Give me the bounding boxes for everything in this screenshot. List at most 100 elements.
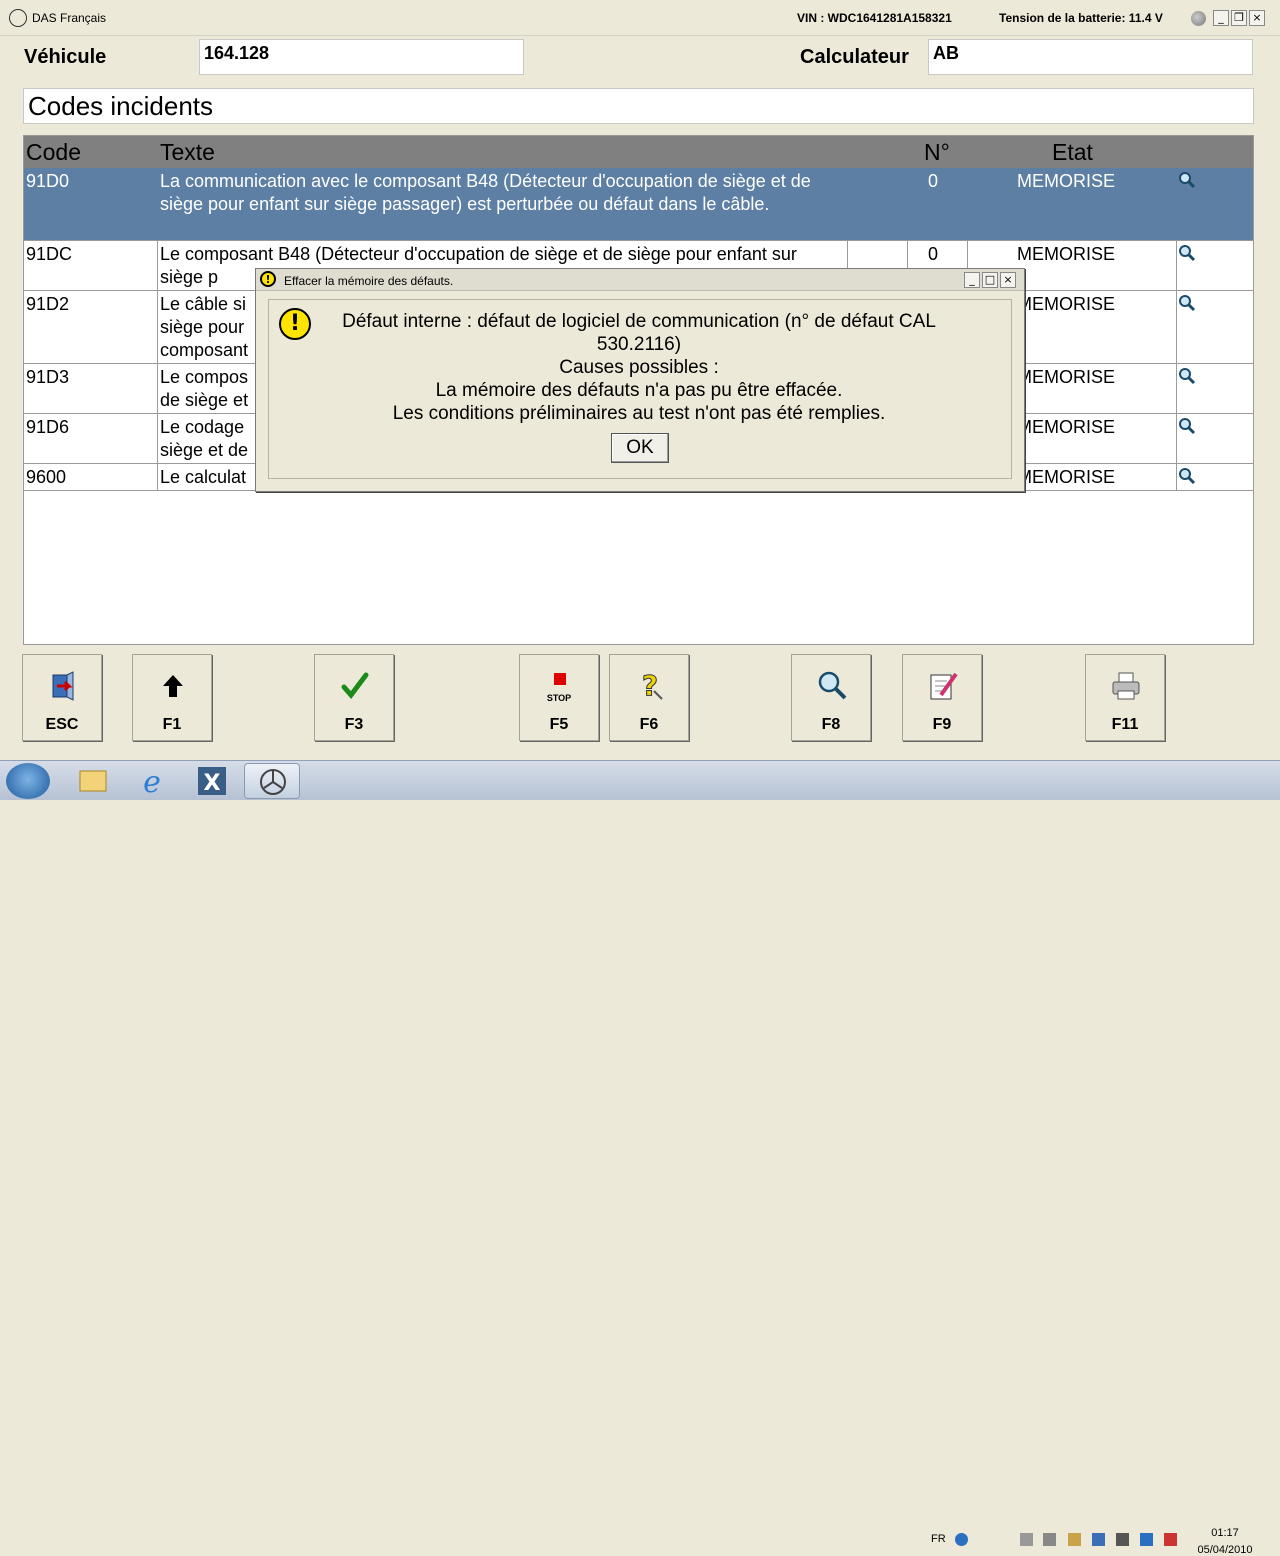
sync-icon[interactable]: [1092, 1533, 1105, 1546]
message-line: Les conditions préliminaires au test n'o…: [392, 403, 886, 424]
dialog-title: Effacer la mémoire des défauts.: [284, 274, 454, 288]
magnifier-icon[interactable]: [1178, 367, 1196, 385]
fkey-label: F6: [639, 716, 659, 733]
column-header-number: N°: [924, 139, 950, 165]
fault-text: Le compos de siège et: [160, 367, 249, 410]
fault-state: MEMORISE: [1017, 367, 1116, 387]
title-bar: DAS Français VIN : WDC1641281A158321 Ten…: [0, 0, 1280, 36]
help-tray-icon[interactable]: [955, 1533, 968, 1546]
clock-time[interactable]: 01:17: [1200, 1527, 1250, 1539]
fkey-label: F3: [344, 716, 364, 733]
das-app-icon[interactable]: [244, 763, 300, 799]
network-icon[interactable]: [1068, 1533, 1081, 1546]
vehicle-field: 164.128: [199, 39, 524, 75]
fault-state: MEMORISE: [1017, 294, 1116, 314]
ok-button[interactable]: OK: [611, 433, 669, 463]
language-indicator[interactable]: FR: [931, 1533, 946, 1545]
f9-button[interactable]: F9: [902, 654, 982, 741]
fault-text: Le câble si siège pour composant: [160, 294, 249, 360]
file-explorer-icon[interactable]: [64, 763, 120, 799]
warning-icon: !: [260, 271, 276, 287]
error-dialog: ! Effacer la mémoire des défauts. _ □ × …: [255, 268, 1025, 492]
fault-text: La communication avec le composant B48 (…: [160, 171, 811, 214]
magnifier-icon[interactable]: [1178, 244, 1196, 262]
magnifier-icon: [818, 671, 847, 700]
mercedes-logo-icon: [9, 9, 27, 27]
battery-voltage: Tension de la batterie: 11.4 V: [999, 11, 1163, 25]
message-line: 530.2116): [596, 334, 682, 355]
close-button[interactable]: ×: [1249, 10, 1265, 26]
vehicle-label: Véhicule: [24, 46, 107, 68]
checkmark-icon: [341, 672, 369, 699]
fkey-label: F8: [821, 716, 841, 733]
printer-icon: [1112, 672, 1140, 700]
status-tray-icon[interactable]: [1140, 1533, 1153, 1546]
fault-state: MEMORISE: [1017, 244, 1116, 264]
fault-number: 0: [928, 244, 939, 264]
column-header-state: Etat: [1052, 139, 1093, 165]
vin-text: VIN : WDC1641281A158321: [797, 11, 952, 25]
dialog-title-bar: ! Effacer la mémoire des défauts. _ □ ×: [256, 269, 1024, 291]
magnifier-icon[interactable]: [1178, 171, 1196, 189]
clock-date[interactable]: 05/04/2010: [1192, 1544, 1258, 1556]
fault-code: 91DC: [26, 244, 73, 264]
f11-button[interactable]: F11: [1085, 654, 1165, 741]
magnifier-icon[interactable]: [1178, 467, 1196, 485]
edit-document-icon: [930, 672, 958, 700]
message-line: La mémoire des défauts n'a pas pu être e…: [435, 380, 843, 401]
warning-icon: !: [279, 308, 311, 340]
message-line: Causes possibles :: [559, 357, 719, 378]
internet-explorer-icon[interactable]: e: [124, 763, 180, 800]
xentry-app-icon[interactable]: X: [184, 763, 240, 799]
fkey-label: F11: [1111, 716, 1139, 733]
lock-icon[interactable]: [1116, 1533, 1129, 1546]
fault-code: 91D2: [26, 294, 70, 314]
fault-number: 0: [928, 171, 939, 191]
f5-button[interactable]: STOP F5: [519, 654, 599, 741]
f6-button[interactable]: ? F6: [609, 654, 689, 741]
fkey-label: F1: [162, 716, 182, 733]
dialog-minimize-button[interactable]: _: [964, 272, 980, 288]
fault-code: 9600: [26, 467, 67, 487]
esc-button[interactable]: ESC: [22, 654, 102, 741]
fault-text: Le codage siège et de: [160, 417, 249, 460]
table-header: Code Texte N° Etat: [24, 136, 1253, 168]
svg-text:e: e: [143, 765, 161, 799]
dialog-maximize-button[interactable]: □: [982, 272, 998, 288]
svg-text:X: X: [204, 771, 221, 796]
page-title: Codes incidents: [23, 88, 1254, 124]
dialog-close-button[interactable]: ×: [1000, 272, 1016, 288]
fkey-label: ESC: [45, 716, 79, 733]
ecu-field: AB: [928, 39, 1253, 75]
taskbar: e X FR 01:17 05/04/2010: [0, 760, 1280, 1556]
column-header-code: Code: [26, 139, 81, 165]
restore-button[interactable]: ❐: [1231, 10, 1247, 26]
f1-button[interactable]: F1: [132, 654, 212, 741]
f3-button[interactable]: F3: [314, 654, 394, 741]
f8-button[interactable]: F8: [791, 654, 871, 741]
fault-text: Le calculat: [160, 467, 247, 487]
fkey-label: F9: [932, 716, 952, 733]
fault-state: MEMORISE: [1017, 467, 1116, 487]
message-line: Défaut interne : défaut de logiciel de c…: [342, 311, 936, 332]
fault-code: 91D6: [26, 417, 70, 437]
minimize-button[interactable]: _: [1213, 10, 1229, 26]
help-icon: ?: [641, 669, 663, 703]
stop-icon-text: STOP: [546, 693, 572, 703]
fault-state: MEMORISE: [1017, 417, 1116, 437]
ecu-label: Calculateur: [800, 46, 909, 68]
battery-status-icon: [1191, 11, 1206, 26]
volume-icon[interactable]: [1043, 1533, 1056, 1546]
magnifier-icon[interactable]: [1178, 294, 1196, 312]
battery-tray-icon[interactable]: [1020, 1533, 1033, 1546]
svg-text:?: ?: [642, 669, 658, 702]
magnifier-icon[interactable]: [1178, 417, 1196, 435]
fkey-label: F5: [549, 716, 569, 733]
action-center-icon[interactable]: [1164, 1533, 1177, 1546]
column-header-text: Texte: [160, 139, 215, 165]
start-button[interactable]: [6, 763, 50, 799]
fault-code: 91D0: [26, 171, 70, 191]
window-title: DAS Français: [32, 11, 107, 25]
exit-door-icon: [52, 671, 74, 701]
table-row[interactable]: 91D0 La communication avec le composant …: [24, 168, 1253, 241]
